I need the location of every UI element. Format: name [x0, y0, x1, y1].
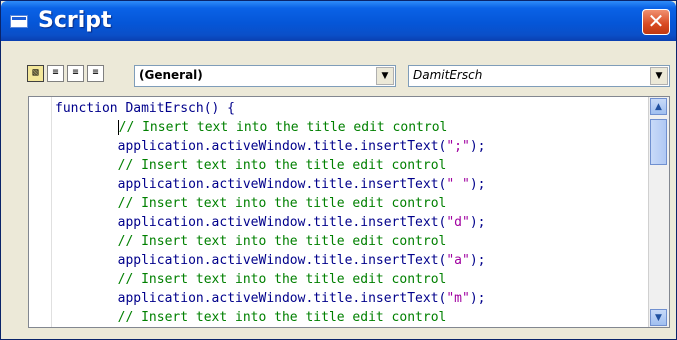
- code-comment: // Insert text into the title edit contr…: [117, 272, 447, 287]
- procedure-select[interactable]: DamitErsch ▼: [408, 65, 670, 87]
- title-bar[interactable]: Script ✕: [1, 1, 676, 41]
- code-text: );: [469, 253, 486, 268]
- scroll-up-button[interactable]: ▲: [650, 98, 667, 115]
- procedure-select-value: DamitErsch: [413, 68, 483, 82]
- object-select-value: (General): [139, 68, 203, 82]
- code-comment: // Insert text into the title edit contr…: [117, 234, 447, 249]
- code-editor[interactable]: function DamitErsch() { // Insert text i…: [28, 96, 670, 328]
- code-text: application.activeWindow.title.insertTex…: [117, 139, 447, 154]
- code-line[interactable]: // Insert text into the title edit contr…: [55, 194, 647, 213]
- code-text: );: [469, 139, 486, 154]
- code-comment: // Insert text into the title edit contr…: [117, 196, 447, 211]
- code-string: ";": [446, 139, 470, 154]
- procedure-view-icon: ▧: [32, 67, 39, 78]
- object-select[interactable]: (General) ▼: [134, 65, 396, 87]
- align-left-button[interactable]: ≡: [47, 65, 64, 82]
- window-title: Script: [38, 8, 112, 33]
- code-string: " ": [446, 177, 470, 192]
- code-line[interactable]: application.activeWindow.title.insertTex…: [55, 137, 647, 156]
- chevron-down-icon[interactable]: ▼: [650, 67, 668, 85]
- code-line[interactable]: function DamitErsch() {: [55, 99, 647, 118]
- code-text: application.activeWindow.title.insertTex…: [117, 291, 447, 306]
- code-text: );: [469, 215, 486, 230]
- code-comment: // Insert text into the title edit contr…: [118, 120, 448, 135]
- code-line[interactable]: // Insert text into the title edit contr…: [55, 308, 647, 327]
- code-text: function DamitErsch() {: [55, 101, 236, 116]
- code-text: );: [469, 177, 486, 192]
- window-icon: [10, 15, 28, 28]
- align-center-icon: ≡: [72, 67, 79, 78]
- code-line[interactable]: // Insert text into the title edit contr…: [55, 118, 647, 137]
- close-button[interactable]: ✕: [642, 9, 670, 35]
- code-comment: // Insert text into the title edit contr…: [117, 158, 447, 173]
- code-text: application.activeWindow.title.insertTex…: [117, 215, 447, 230]
- align-right-button[interactable]: ≡: [87, 65, 104, 82]
- code-area[interactable]: function DamitErsch() { // Insert text i…: [55, 99, 647, 327]
- code-line[interactable]: application.activeWindow.title.insertTex…: [55, 289, 647, 308]
- align-right-icon: ≡: [92, 67, 99, 78]
- code-line[interactable]: // Insert text into the title edit contr…: [55, 156, 647, 175]
- align-left-icon: ≡: [52, 67, 59, 78]
- code-line[interactable]: application.activeWindow.title.insertTex…: [55, 175, 647, 194]
- scroll-thumb[interactable]: [650, 119, 667, 165]
- toolbar: ▧ ≡ ≡ ≡ (General) ▼ DamitErsch ▼: [1, 41, 676, 89]
- code-text: );: [469, 291, 486, 306]
- code-comment: // Insert text into the title edit contr…: [117, 310, 447, 325]
- scroll-down-button[interactable]: ▼: [650, 309, 667, 326]
- editor-gutter: [29, 97, 52, 327]
- chevron-down-icon[interactable]: ▼: [376, 67, 394, 85]
- code-string: "d": [446, 215, 470, 230]
- code-line[interactable]: // Insert text into the title edit contr…: [55, 232, 647, 251]
- code-line[interactable]: application.activeWindow.title.insertTex…: [55, 251, 647, 270]
- code-text: application.activeWindow.title.insertTex…: [117, 253, 447, 268]
- code-line[interactable]: application.activeWindow.title.insertTex…: [55, 213, 647, 232]
- align-center-button[interactable]: ≡: [67, 65, 84, 82]
- code-line[interactable]: // Insert text into the title edit contr…: [55, 270, 647, 289]
- code-string: "m": [446, 291, 470, 306]
- procedure-view-button[interactable]: ▧: [27, 65, 44, 82]
- code-string: "a": [446, 253, 470, 268]
- script-window: Script ✕ ▧ ≡ ≡ ≡ (General) ▼ DamitErsch …: [0, 0, 677, 340]
- vertical-scrollbar[interactable]: ▲ ▼: [648, 97, 669, 327]
- code-text: application.activeWindow.title.insertTex…: [117, 177, 447, 192]
